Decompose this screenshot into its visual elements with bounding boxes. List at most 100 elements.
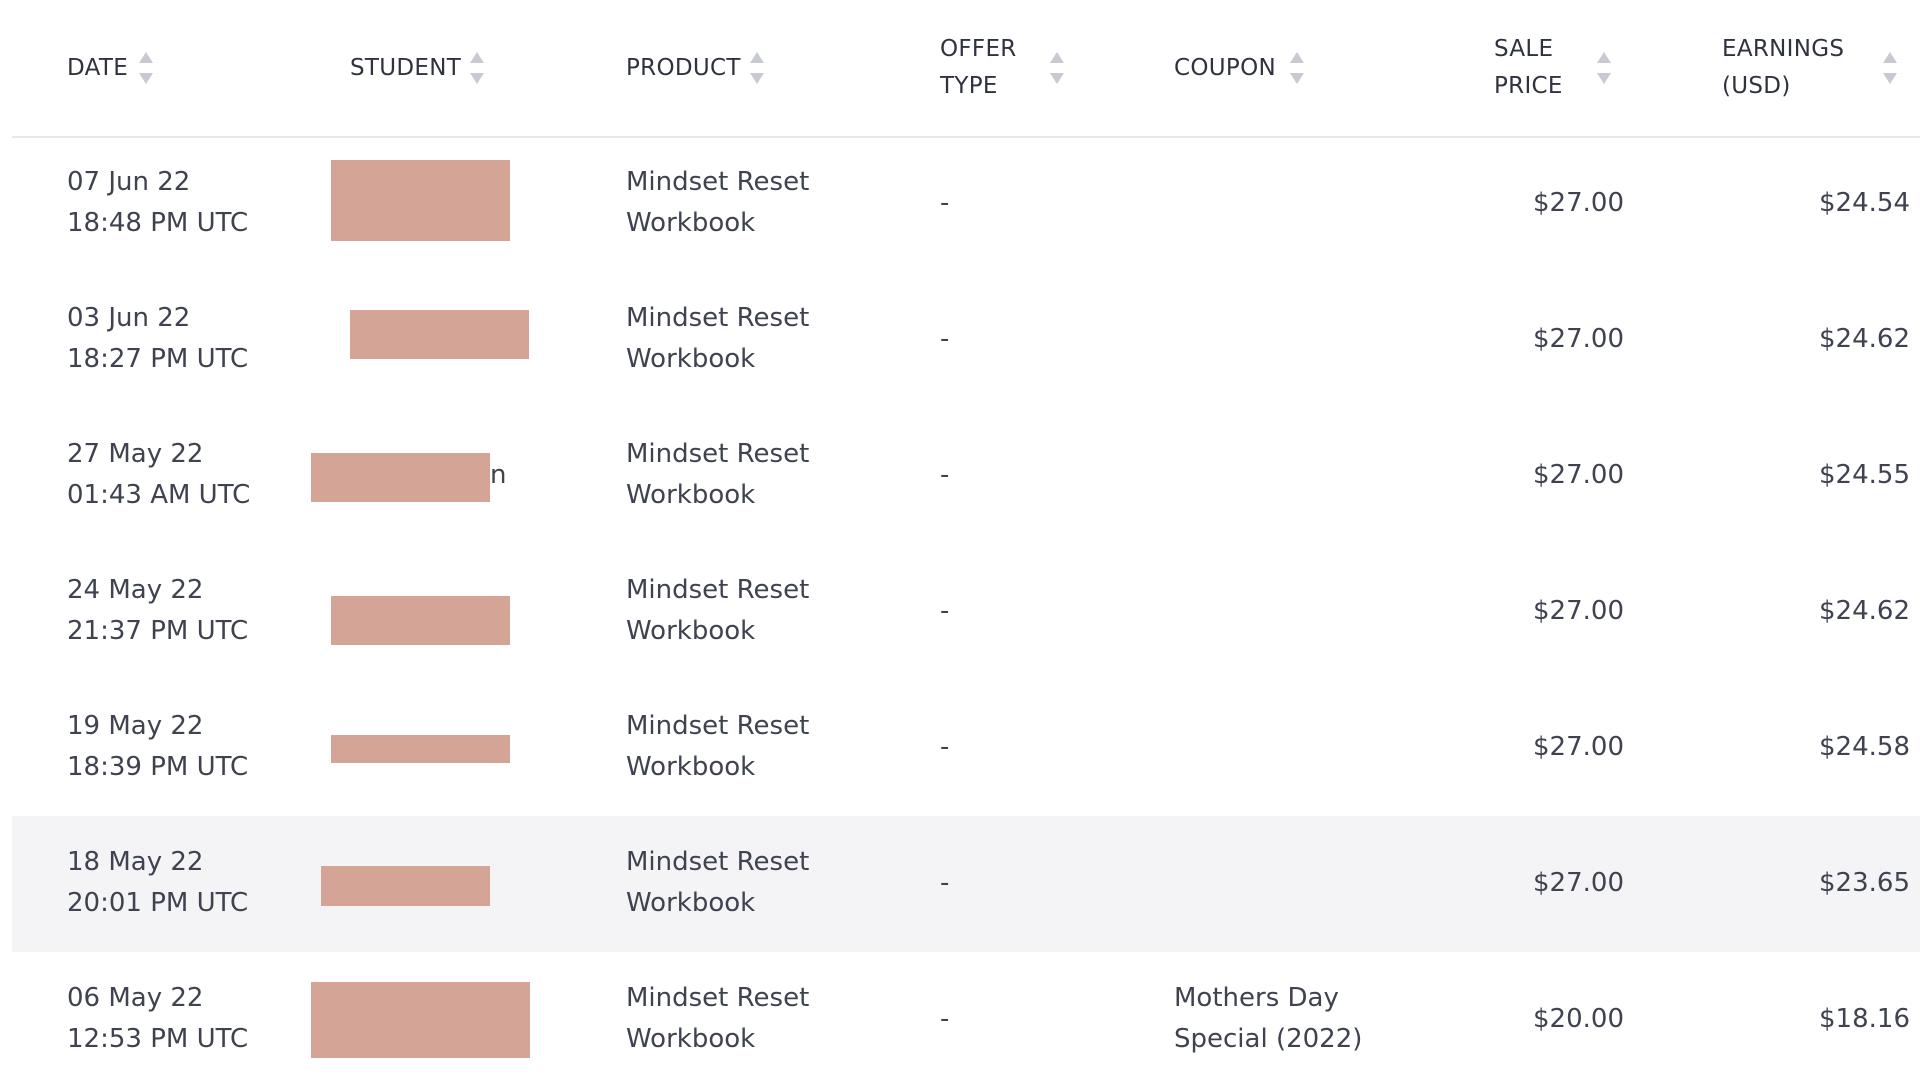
- date-cell: 18 May 22 20:01 PM UTC: [67, 842, 248, 924]
- offer-type-cell: -: [940, 868, 950, 898]
- product-line2: Workbook: [626, 752, 756, 782]
- offer-type-cell: -: [940, 188, 950, 218]
- student-name-redaction: [350, 310, 529, 359]
- product-line1: Mindset Reset: [626, 167, 810, 197]
- time-text: 18:48 PM UTC: [67, 208, 249, 238]
- time-text: 20:01 PM UTC: [67, 888, 249, 918]
- sale-price-cell: $27.00: [1533, 460, 1624, 490]
- student-name-fragment: n: [490, 460, 507, 490]
- product-line2: Workbook: [626, 480, 756, 510]
- table-row[interactable]: 07 Jun 22 18:48 PM UTC Mindset Reset Wor…: [12, 136, 1920, 272]
- date-text: 06 May 22: [67, 983, 204, 1013]
- date-cell: 27 May 22 01:43 AM UTC: [67, 434, 250, 516]
- table-row[interactable]: 24 May 22 21:37 PM UTC Mindset Reset Wor…: [12, 544, 1920, 680]
- date-cell: 06 May 22 12:53 PM UTC: [67, 978, 248, 1060]
- earnings-cell: $18.16: [1819, 1004, 1910, 1034]
- table-row-hovered[interactable]: 18 May 22 20:01 PM UTC Mindset Reset Wor…: [12, 816, 1920, 952]
- product-cell[interactable]: Mindset Reset Workbook: [626, 842, 809, 924]
- offer-type-cell: -: [940, 732, 950, 762]
- date-cell: 03 Jun 22 18:27 PM UTC: [67, 298, 248, 380]
- product-cell[interactable]: Mindset Reset Workbook: [626, 570, 809, 652]
- date-cell: 07 Jun 22 18:48 PM UTC: [67, 162, 248, 244]
- table-header: DATE STUDENT PRODUCT OFFER TYPE COUPON S…: [0, 0, 1920, 136]
- sale-price-cell: $27.00: [1533, 324, 1624, 354]
- sort-arrows-icon[interactable]: [138, 50, 154, 86]
- product-cell[interactable]: Mindset Reset Workbook: [626, 298, 809, 380]
- date-text: 19 May 22: [67, 711, 204, 741]
- column-header-offer-type[interactable]: OFFER TYPE: [940, 0, 1017, 136]
- student-name-redaction: [331, 596, 510, 645]
- sale-price-cell: $27.00: [1533, 188, 1624, 218]
- column-header-sale-price-line2: PRICE: [1494, 73, 1563, 99]
- sale-price-cell: $27.00: [1533, 596, 1624, 626]
- product-cell[interactable]: Mindset Reset Workbook: [626, 162, 809, 244]
- sale-price-cell: $27.00: [1533, 732, 1624, 762]
- time-text: 12:53 PM UTC: [67, 1024, 249, 1054]
- product-line1: Mindset Reset: [626, 711, 810, 741]
- column-header-student[interactable]: STUDENT: [350, 0, 461, 136]
- sort-arrows-icon[interactable]: [469, 50, 485, 86]
- student-name-redaction: [321, 866, 490, 906]
- product-line1: Mindset Reset: [626, 303, 810, 333]
- sort-arrows-icon[interactable]: [1882, 50, 1898, 86]
- sort-arrows-icon[interactable]: [749, 50, 765, 86]
- time-text: 18:27 PM UTC: [67, 344, 249, 374]
- column-header-student-label: STUDENT: [350, 55, 462, 81]
- offer-type-cell: -: [940, 596, 950, 626]
- earnings-cell: $24.58: [1819, 732, 1910, 762]
- student-name-redaction: [331, 160, 510, 241]
- product-line1: Mindset Reset: [626, 439, 810, 469]
- product-line1: Mindset Reset: [626, 575, 810, 605]
- product-cell[interactable]: Mindset Reset Workbook: [626, 706, 809, 788]
- column-header-earnings-line2: (USD): [1722, 73, 1791, 99]
- sort-arrows-icon[interactable]: [1049, 50, 1065, 86]
- date-text: 18 May 22: [67, 847, 204, 877]
- sort-arrows-glyph: [1597, 52, 1611, 84]
- column-header-earnings-line1: EARNINGS: [1722, 36, 1845, 62]
- sort-arrows-icon[interactable]: [1289, 50, 1305, 86]
- student-name-redaction: [331, 735, 510, 763]
- sort-arrows-glyph: [1883, 52, 1897, 84]
- column-header-offer-type-line1: OFFER: [940, 36, 1017, 62]
- earnings-cell: $24.55: [1819, 460, 1910, 490]
- column-header-sale-price-line1: SALE: [1494, 36, 1554, 62]
- product-line2: Workbook: [626, 888, 756, 918]
- offer-type-cell: -: [940, 460, 950, 490]
- product-cell[interactable]: Mindset Reset Workbook: [626, 978, 809, 1060]
- time-text: 01:43 AM UTC: [67, 480, 251, 510]
- earnings-cell: $24.54: [1819, 188, 1910, 218]
- product-line2: Workbook: [626, 616, 756, 646]
- product-line2: Workbook: [626, 1024, 756, 1054]
- coupon-line1: Mothers Day: [1174, 983, 1339, 1013]
- column-header-sale-price[interactable]: SALE PRICE: [1494, 0, 1563, 136]
- sort-arrows-glyph: [470, 52, 484, 84]
- date-text: 03 Jun 22: [67, 303, 191, 333]
- sort-arrows-glyph: [750, 52, 764, 84]
- sort-arrows-icon[interactable]: [1596, 50, 1612, 86]
- earnings-cell: $24.62: [1819, 324, 1910, 354]
- table-row[interactable]: 27 May 22 01:43 AM UTC n Mindset Reset W…: [12, 408, 1920, 544]
- date-text: 27 May 22: [67, 439, 204, 469]
- column-header-date[interactable]: DATE: [67, 0, 128, 136]
- date-text: 24 May 22: [67, 575, 204, 605]
- coupon-cell: Mothers Day Special (2022): [1174, 978, 1362, 1060]
- student-name-redaction: [311, 453, 490, 502]
- product-line2: Workbook: [626, 208, 756, 238]
- column-header-coupon[interactable]: COUPON: [1174, 0, 1276, 136]
- date-cell: 19 May 22 18:39 PM UTC: [67, 706, 248, 788]
- sort-arrows-glyph: [139, 52, 153, 84]
- date-text: 07 Jun 22: [67, 167, 191, 197]
- earnings-cell: $23.65: [1819, 868, 1910, 898]
- column-header-coupon-label: COUPON: [1174, 55, 1276, 81]
- table-row[interactable]: 06 May 22 12:53 PM UTC Mindset Reset Wor…: [12, 952, 1920, 1080]
- column-header-product[interactable]: PRODUCT: [626, 0, 741, 136]
- table-row[interactable]: 03 Jun 22 18:27 PM UTC Mindset Reset Wor…: [12, 272, 1920, 408]
- sale-price-cell: $27.00: [1533, 868, 1624, 898]
- column-header-earnings[interactable]: EARNINGS (USD): [1722, 0, 1844, 136]
- offer-type-cell: -: [940, 1004, 950, 1034]
- column-header-date-label: DATE: [67, 55, 129, 81]
- column-header-offer-type-line2: TYPE: [940, 73, 998, 99]
- sales-table: DATE STUDENT PRODUCT OFFER TYPE COUPON S…: [0, 0, 1920, 1080]
- product-cell[interactable]: Mindset Reset Workbook: [626, 434, 809, 516]
- table-row[interactable]: 19 May 22 18:39 PM UTC Mindset Reset Wor…: [12, 680, 1920, 816]
